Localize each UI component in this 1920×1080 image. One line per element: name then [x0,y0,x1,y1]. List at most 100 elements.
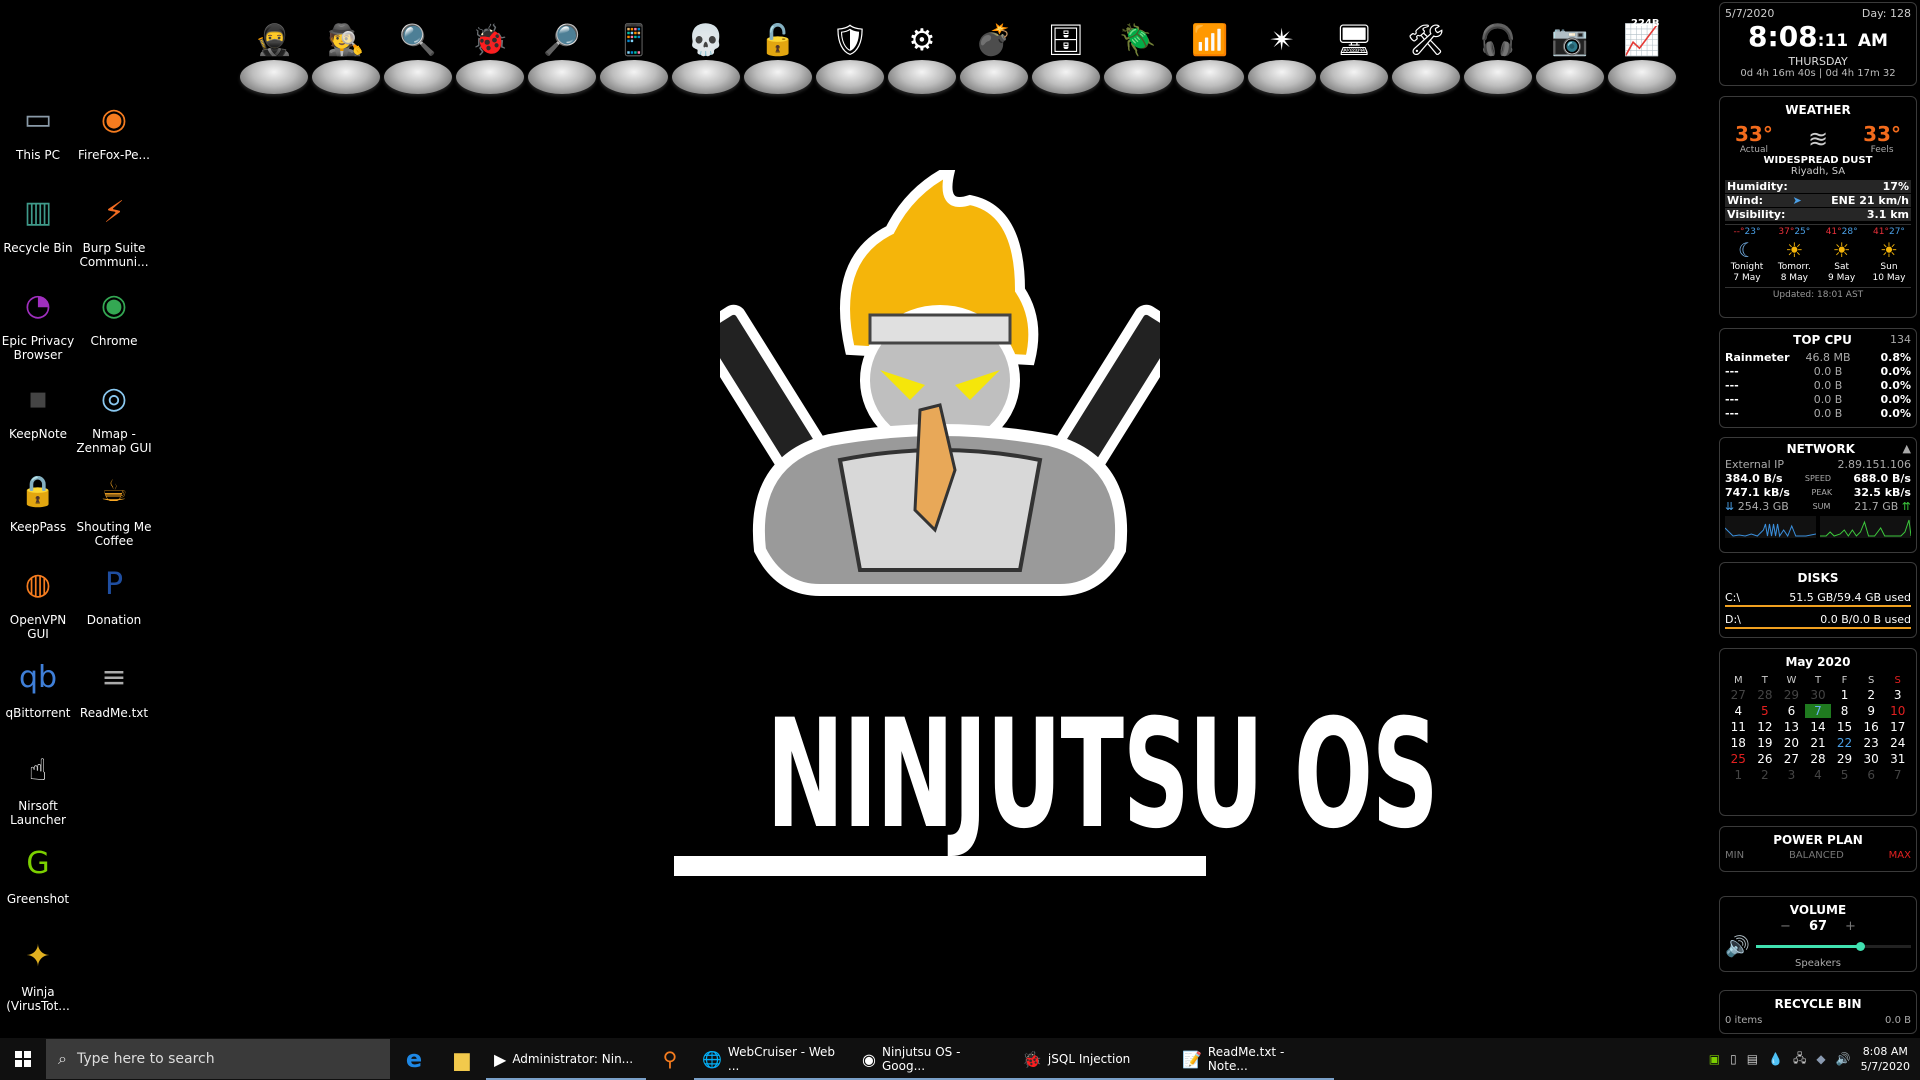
vm-tray-icon[interactable]: ▤ [1747,1052,1758,1066]
calendar-day[interactable]: 16 [1858,720,1885,734]
calendar-day[interactable]: 30 [1858,752,1885,766]
usb-tray-icon[interactable]: ▯ [1730,1052,1737,1066]
desktop-icon-keeppass[interactable]: 🔒 KeepPass [0,468,76,534]
calendar-day[interactable]: 15 [1831,720,1858,734]
calendar-day[interactable]: 27 [1725,688,1752,702]
edge-button[interactable]: e [390,1038,438,1080]
calendar-day[interactable]: 23 [1858,736,1885,750]
calendar-day[interactable]: 2 [1858,688,1885,702]
dock-item-reverse-engineering-gear[interactable]: ⚙ [893,14,951,94]
dock-item-mobile-security[interactable]: 📱 [605,14,663,94]
calendar-day[interactable]: 6 [1778,704,1805,718]
diamond-tray-icon[interactable]: ◆ [1816,1052,1825,1066]
taskbar-app-notepad[interactable]: 📝ReadMe.txt - Note... [1174,1038,1334,1080]
power-min-button[interactable]: MIN [1725,850,1744,861]
taskbar-app-jsql[interactable]: 🐞jSQL Injection [1014,1038,1174,1080]
taskbar-app-webcruiser[interactable]: 🌐WebCruiser - Web ... [694,1038,854,1080]
volume-slider-handle[interactable] [1856,942,1865,951]
desktop-icon-winja-virustot[interactable]: ✦ Winja (VirusTot... [0,933,76,1013]
calendar-day[interactable]: 20 [1778,736,1805,750]
calendar-day[interactable]: 6 [1858,768,1885,782]
calendar-day[interactable]: 5 [1831,768,1858,782]
calendar-today[interactable]: 7 [1805,704,1832,718]
search-tool-button[interactable]: ⚲ [646,1038,694,1080]
taskbar-clock[interactable]: 8:08 AM 5/7/2020 [1861,1044,1910,1074]
calendar-day[interactable]: 26 [1752,752,1779,766]
dock-item-social-engineering[interactable]: 🕵 [317,14,375,94]
dock-item-server-security[interactable]: 🗄 [1037,14,1095,94]
network-tray-icon[interactable]: 🖧 [1793,1049,1806,1070]
desktop-icon-qbittorrent[interactable]: qb qBittorrent [0,654,76,720]
dock-item-camera-lens[interactable]: 📷 [1541,14,1599,94]
calendar-day[interactable]: 24 [1884,736,1911,750]
dock-item-firewall-shield[interactable]: 🛡 [821,14,879,94]
volume-down-button[interactable]: − [1780,919,1791,934]
calendar-day[interactable]: 8 [1831,704,1858,718]
calendar-day[interactable]: 3 [1778,768,1805,782]
dock-item-forensics[interactable]: 🔎 [533,14,591,94]
taskbar-search-box[interactable]: ⌕ Type here to search [46,1039,390,1079]
desktop-icon-keepnote[interactable]: ▪ KeepNote [0,375,76,441]
calendar-day[interactable]: 5 [1752,704,1779,718]
calendar-day[interactable]: 1 [1725,768,1752,782]
taskbar-app-terminal[interactable]: ▶Administrator: Nin... [486,1038,646,1080]
dock-item-network-skull[interactable]: 💀 [677,14,735,94]
desktop-icon-nmap-zenmap-gui[interactable]: ◎ Nmap - Zenmap GUI [76,375,152,455]
calendar-day[interactable]: 9 [1858,704,1885,718]
calendar-day[interactable]: 31 [1884,752,1911,766]
calendar-day[interactable]: 27 [1778,752,1805,766]
calendar-day[interactable]: 2 [1752,768,1779,782]
calendar-day[interactable]: 29 [1778,688,1805,702]
greenshot-tray-icon[interactable]: ▣ [1709,1052,1720,1066]
desktop-icon-greenshot[interactable]: G Greenshot [0,840,76,906]
desktop-icon-firefox-pe[interactable]: ◉ FireFox-Pe... [76,96,152,162]
volume-up-button[interactable]: + [1845,919,1856,934]
desktop-icon-burp-suite-communi[interactable]: ⚡ Burp Suite Communi... [76,189,152,269]
dock-item-dos-attack[interactable]: 💣 [965,14,1023,94]
desktop-icon-epic-privacy-browser[interactable]: ◔ Epic Privacy Browser [0,282,76,362]
desktop-icon-chrome[interactable]: ◉ Chrome [76,282,152,348]
calendar-day[interactable]: 12 [1752,720,1779,734]
taskbar-app-chrome[interactable]: ◉Ninjutsu OS - Goog... [854,1038,1014,1080]
calendar-day[interactable]: 13 [1778,720,1805,734]
dock-item-password-unlock[interactable]: 🔓 [749,14,807,94]
dock-item-remote-network[interactable]: 🖥 [1325,14,1383,94]
dock-item-web-bug-scan[interactable]: 🪲 [1109,14,1167,94]
desktop-icon-recycle-bin[interactable]: ▥ Recycle Bin [0,189,76,255]
calendar-day[interactable]: 11 [1725,720,1752,734]
dock-item-ninjutsu[interactable]: 🥷 [245,14,303,94]
collapse-icon[interactable]: ▲ [1903,442,1911,456]
calendar-day[interactable]: 4 [1725,704,1752,718]
dock-item-wifi-hacker[interactable]: 📶 [1181,14,1239,94]
calendar-day[interactable]: 17 [1884,720,1911,734]
calendar-day[interactable]: 10 [1884,704,1911,718]
calendar-day[interactable]: 7 [1884,768,1911,782]
volume-tray-icon[interactable]: 🔊 [1836,1052,1851,1066]
dock-item-bug[interactable]: 🐞 [461,14,519,94]
calendar-day[interactable]: 4 [1805,768,1832,782]
calendar-day[interactable]: 14 [1805,720,1832,734]
dock-item-shuriken-knife[interactable]: ✴ [1253,14,1311,94]
dock-item-search-magnifier[interactable]: 🔍 [389,14,447,94]
calendar-day[interactable]: 19 [1752,736,1779,750]
calendar-day[interactable]: 25 [1725,752,1752,766]
desktop-icon-donation[interactable]: P Donation [76,561,152,627]
water-drop-tray-icon[interactable]: 💧 [1768,1052,1783,1066]
start-button[interactable] [0,1038,46,1080]
calendar-day[interactable]: 18 [1725,736,1752,750]
calendar-day[interactable]: 28 [1752,688,1779,702]
calendar-day[interactable]: 28 [1805,752,1832,766]
power-balanced-button[interactable]: BALANCED [1789,850,1844,861]
dock-item-tools-window[interactable]: 🛠 [1397,14,1455,94]
dock-item-network-monitor[interactable]: 📈224B [1613,14,1671,94]
desktop-icon-openvpn-gui[interactable]: ◍ OpenVPN GUI [0,561,76,641]
desktop-icon-readme-txt[interactable]: ≡ ReadMe.txt [76,654,152,720]
calendar-day[interactable]: 22 [1831,736,1858,750]
dock-item-audio-headphones[interactable]: 🎧 [1469,14,1527,94]
calendar-day[interactable]: 3 [1884,688,1911,702]
calendar-day[interactable]: 29 [1831,752,1858,766]
file-explorer-button[interactable]: ▆ [438,1038,486,1080]
calendar-day[interactable]: 30 [1805,688,1832,702]
calendar-day[interactable]: 1 [1831,688,1858,702]
speaker-icon[interactable]: 🔊 [1725,934,1750,958]
